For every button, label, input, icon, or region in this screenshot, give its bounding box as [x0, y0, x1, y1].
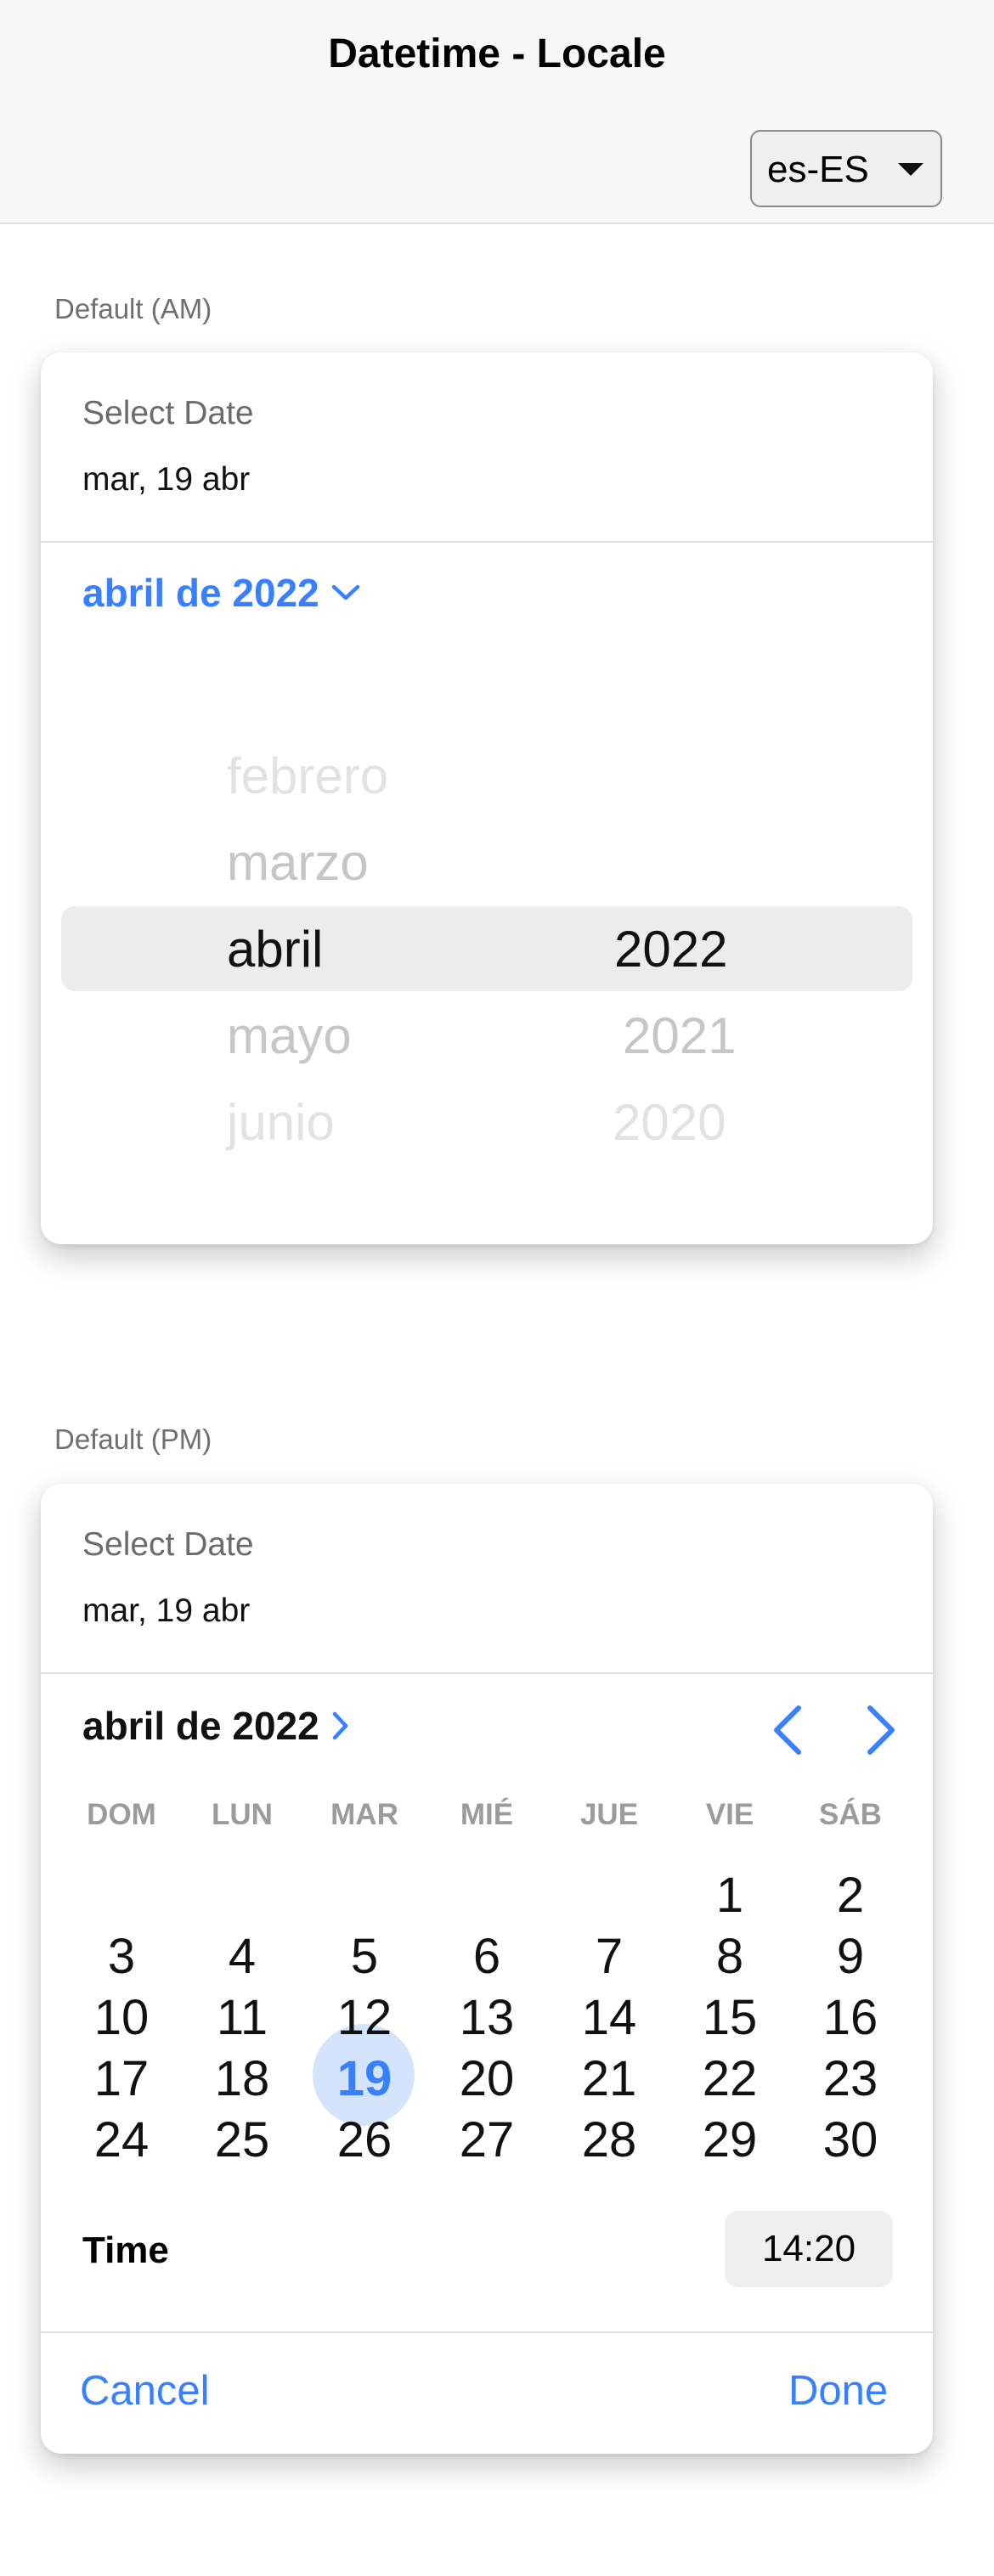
- select-date-label: Select Date: [82, 395, 254, 431]
- calendar-day[interactable]: 14: [562, 1988, 656, 2048]
- wheel-item-month[interactable]: febrero: [227, 747, 388, 805]
- done-button[interactable]: Done: [788, 2367, 888, 2415]
- wheel-item-year[interactable]: 2021: [623, 1006, 736, 1065]
- page-title: Datetime - Locale: [328, 31, 666, 76]
- month-year-toggle[interactable]: abril de 2022: [82, 570, 360, 616]
- calendar-day[interactable]: 7: [562, 1927, 656, 1987]
- calendar-day[interactable]: 18: [195, 2049, 289, 2109]
- cancel-button[interactable]: Cancel: [80, 2367, 210, 2415]
- weekday-label: VIE: [705, 1798, 754, 1831]
- calendar-day[interactable]: 6: [440, 1927, 534, 1987]
- calendar-day[interactable]: 5: [318, 1927, 411, 1987]
- calendar-day[interactable]: 3: [75, 1927, 168, 1987]
- calendar-day[interactable]: 28: [562, 2111, 656, 2170]
- previous-month-icon[interactable]: [770, 1704, 804, 1756]
- calendar-day[interactable]: 30: [804, 2111, 897, 2170]
- calendar-day[interactable]: 20: [440, 2049, 534, 2109]
- month-year-label: abril de 2022: [82, 571, 319, 615]
- calendar-day[interactable]: 17: [75, 2049, 168, 2109]
- calendar-day[interactable]: 29: [683, 2111, 777, 2170]
- calendar-day[interactable]: 21: [562, 2049, 656, 2109]
- datetime-picker-pm: Select Date mar, 19 abr abril de 2022 DO…: [41, 1484, 933, 2454]
- month-year-label: abril de 2022: [82, 1704, 319, 1748]
- calendar-day[interactable]: 16: [804, 1988, 897, 2048]
- calendar-day-selected[interactable]: 19: [318, 2049, 411, 2109]
- locale-select-value: es-ES: [767, 149, 869, 190]
- weekday-label: JUE: [579, 1798, 639, 1831]
- calendar-day[interactable]: 24: [75, 2111, 168, 2170]
- datetime-header: Select Date mar, 19 abr: [41, 1484, 933, 1674]
- weekday-label: DOM: [87, 1798, 156, 1831]
- calendar-day[interactable]: 25: [195, 2111, 289, 2170]
- month-year-toggle[interactable]: abril de 2022: [82, 1703, 350, 1749]
- locale-select[interactable]: es-ES: [750, 130, 942, 207]
- time-label: Time: [82, 2229, 169, 2271]
- calendar-day[interactable]: 4: [195, 1927, 289, 1987]
- time-button[interactable]: 14:20: [725, 2211, 893, 2287]
- chevron-down-icon: [331, 584, 359, 600]
- calendar-day[interactable]: 2: [804, 1866, 897, 1925]
- calendar-day[interactable]: 26: [318, 2111, 411, 2170]
- calendar-day[interactable]: 1: [683, 1866, 777, 1925]
- wheel-selection-highlight: [61, 906, 912, 991]
- next-month-icon[interactable]: [865, 1704, 899, 1756]
- footer-divider: [41, 2331, 933, 2333]
- calendar-day[interactable]: 12: [318, 1988, 411, 2048]
- calendar-day[interactable]: 9: [804, 1927, 897, 1987]
- wheel-item-month-selected[interactable]: abril: [227, 920, 323, 978]
- select-date-label: Select Date: [82, 1526, 254, 1563]
- wheel-item-year[interactable]: 2020: [613, 1093, 726, 1152]
- weekday-label: SÁB: [819, 1798, 882, 1831]
- calendar-day[interactable]: 22: [683, 2049, 777, 2109]
- calendar-day[interactable]: 11: [195, 1988, 289, 2048]
- chevron-right-icon: [332, 1711, 347, 1740]
- toolbar: Datetime - Locale es-ES: [0, 0, 994, 224]
- calendar-day[interactable]: 13: [440, 1988, 534, 2048]
- calendar-day[interactable]: 27: [440, 2111, 534, 2170]
- calendar-day[interactable]: 15: [683, 1988, 777, 2048]
- selected-date-text: mar, 19 abr: [82, 1592, 251, 1629]
- weekday-label: LUN: [212, 1798, 273, 1831]
- calendar-day[interactable]: 23: [804, 2049, 897, 2109]
- weekday-label: MIÉ: [460, 1798, 514, 1831]
- wheel-item-month[interactable]: junio: [227, 1093, 335, 1152]
- caret-down-icon: [898, 163, 923, 176]
- wheel-item-month[interactable]: mayo: [227, 1006, 352, 1065]
- weekday-label: MAR: [330, 1798, 398, 1831]
- datetime-header: Select Date mar, 19 abr: [41, 352, 933, 543]
- datetime-picker-am: Select Date mar, 19 abr abril de 2022 fe…: [41, 352, 933, 1244]
- wheel-item-month[interactable]: marzo: [227, 833, 369, 892]
- selected-date-text: mar, 19 abr: [82, 461, 251, 498]
- section-label-am: Default (AM): [54, 293, 212, 324]
- calendar-day[interactable]: 8: [683, 1927, 777, 1987]
- wheel-item-year-selected[interactable]: 2022: [614, 920, 727, 978]
- calendar-day[interactable]: 10: [75, 1988, 168, 2048]
- section-label-pm: Default (PM): [54, 1423, 212, 1455]
